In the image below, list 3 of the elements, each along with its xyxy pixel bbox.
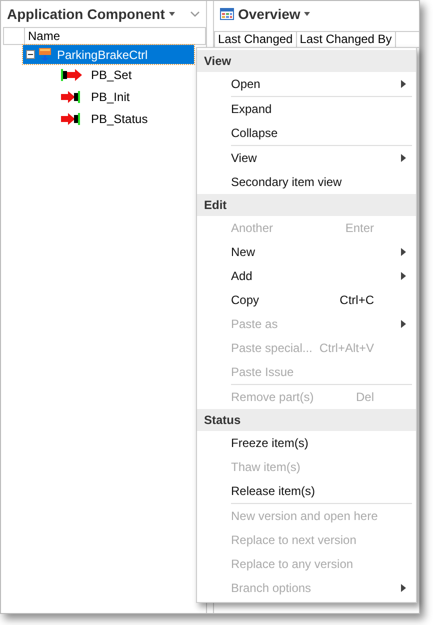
menu-section-header: View bbox=[197, 50, 416, 72]
menu-section-header: Status bbox=[197, 409, 416, 431]
menu-section-header: Edit bbox=[197, 194, 416, 216]
